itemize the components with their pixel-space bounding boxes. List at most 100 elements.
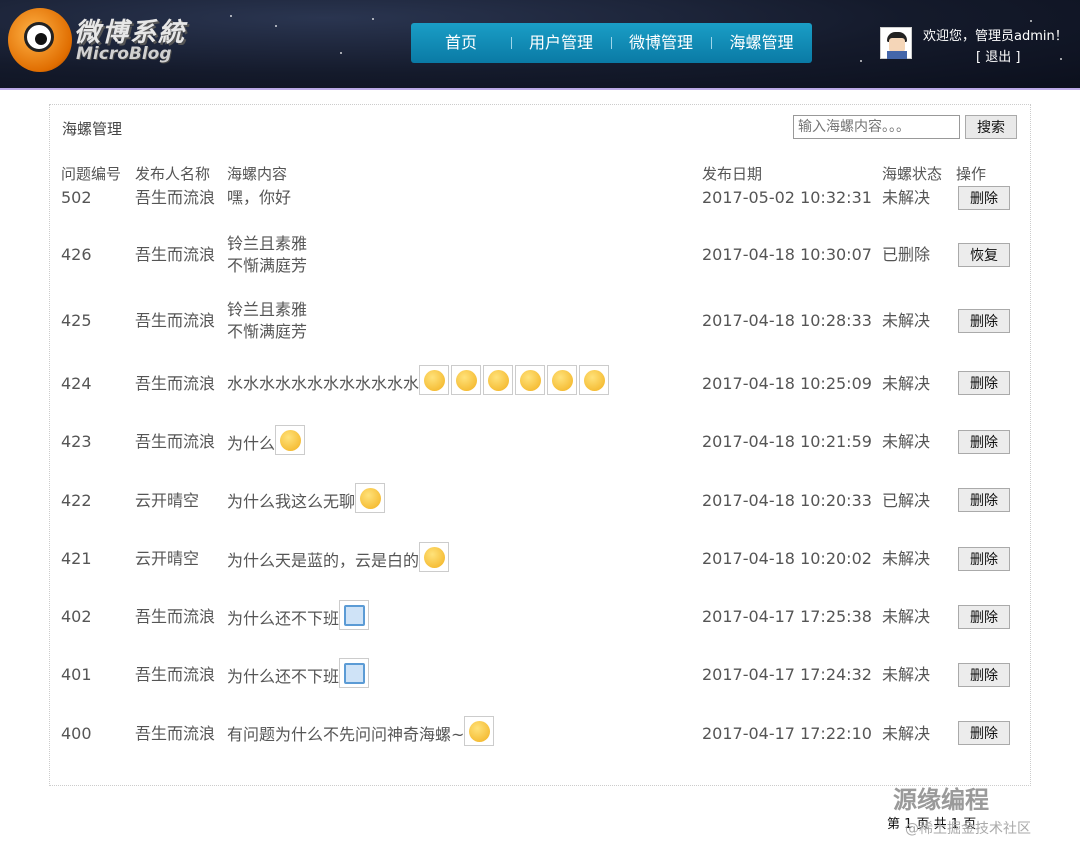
crying-emoji-icon xyxy=(355,483,386,513)
row-date: 2017-04-18 10:20:33 xyxy=(702,491,872,510)
row-content: 为什么天是蓝的，云是白的 xyxy=(227,542,451,572)
row-author: 吾生而流浪 xyxy=(135,665,216,684)
watermark-brand: 源缘编程 xyxy=(893,786,989,814)
row-status: 已删除 xyxy=(882,245,931,264)
header-date: 发布日期 xyxy=(702,165,763,183)
star xyxy=(275,25,277,27)
row-date: 2017-04-17 17:25:38 xyxy=(702,607,872,626)
delete-button[interactable]: 删除 xyxy=(958,371,1010,395)
header-author: 发布人名称 xyxy=(135,165,211,183)
delete-button[interactable]: 删除 xyxy=(958,547,1010,571)
dizzy-emoji-icon xyxy=(483,365,514,395)
dizzy-emoji-icon xyxy=(547,365,578,395)
row-author: 吾生而流浪 xyxy=(135,724,216,743)
row-status: 已解决 xyxy=(882,491,931,510)
nav-conch-management[interactable]: 海螺管理 xyxy=(711,23,812,63)
star xyxy=(860,60,862,62)
row-author: 云开晴空 xyxy=(135,549,200,568)
row-content-text-line2: 不惭满庭芳 xyxy=(227,322,308,341)
dizzy-emoji-icon xyxy=(451,365,482,395)
logout-link[interactable]: [ 退出 ] xyxy=(976,46,1020,65)
row-content-text: 水水水水水水水水水水水水 xyxy=(227,374,420,393)
nav-separator xyxy=(511,37,512,49)
row-content-text: 铃兰且素雅 xyxy=(227,300,308,319)
row-status: 未解决 xyxy=(882,665,931,684)
star xyxy=(372,18,374,20)
star xyxy=(1060,58,1062,60)
row-date: 2017-04-17 17:24:32 xyxy=(702,665,872,684)
delete-button[interactable]: 删除 xyxy=(958,488,1010,512)
nav-separator xyxy=(711,37,712,49)
row-status: 未解决 xyxy=(882,311,931,330)
row-date: 2017-04-18 10:20:02 xyxy=(702,549,872,568)
row-content: 铃兰且素雅 不惭满庭芳 xyxy=(227,233,307,277)
nav-home[interactable]: 首页 xyxy=(411,23,511,63)
profile-image-icon xyxy=(339,658,370,688)
row-author: 吾生而流浪 xyxy=(135,245,216,264)
delete-button[interactable]: 删除 xyxy=(958,186,1010,210)
row-author: 吾生而流浪 xyxy=(135,188,216,207)
row-status: 未解决 xyxy=(882,432,931,451)
row-id: 502 xyxy=(61,188,92,207)
row-id: 423 xyxy=(61,432,92,451)
restore-button[interactable]: 恢复 xyxy=(958,243,1010,267)
row-status: 未解决 xyxy=(882,607,931,626)
row-id: 421 xyxy=(61,549,92,568)
logo-mascot-icon xyxy=(8,8,72,72)
row-status: 未解决 xyxy=(882,549,931,568)
row-date: 2017-04-18 10:30:07 xyxy=(702,245,872,264)
row-author: 云开晴空 xyxy=(135,491,200,510)
row-status: 未解决 xyxy=(882,188,931,207)
row-content: 为什么 xyxy=(227,425,307,455)
logo-subtitle: MicroBlog xyxy=(76,44,172,64)
nav-user-management[interactable]: 用户管理 xyxy=(511,23,611,63)
row-id: 422 xyxy=(61,491,92,510)
row-id: 400 xyxy=(61,724,92,743)
dizzy-emoji-icon xyxy=(579,365,610,395)
star xyxy=(340,52,342,54)
row-date: 2017-04-17 17:22:10 xyxy=(702,724,872,743)
row-content: 有问题为什么不先问问神奇海螺~ xyxy=(227,716,496,746)
search-button[interactable]: 搜索 xyxy=(965,115,1017,139)
header-id: 问题编号 xyxy=(61,165,122,183)
row-content-text: 铃兰且素雅 xyxy=(227,234,308,253)
row-content-text: 有问题为什么不先问问神奇海螺~ xyxy=(227,725,465,744)
row-author: 吾生而流浪 xyxy=(135,607,216,626)
delete-button[interactable]: 删除 xyxy=(958,309,1010,333)
row-date: 2017-05-02 10:32:31 xyxy=(702,188,872,207)
row-id: 402 xyxy=(61,607,92,626)
row-author: 吾生而流浪 xyxy=(135,374,216,393)
row-author: 吾生而流浪 xyxy=(135,432,216,451)
header: 微博系統 MicroBlog 首页 用户管理 微博管理 海螺管理 欢迎您，管理员… xyxy=(0,0,1080,90)
kiss-emoji-icon xyxy=(464,716,495,746)
dizzy-emoji-icon xyxy=(515,365,546,395)
sad-emoji-icon xyxy=(275,425,306,455)
panel-title: 海螺管理 xyxy=(62,120,123,138)
delete-button[interactable]: 删除 xyxy=(958,605,1010,629)
row-date: 2017-04-18 10:21:59 xyxy=(702,432,872,451)
row-content: 为什么还不下班 xyxy=(227,658,371,688)
star xyxy=(230,15,232,17)
delete-button[interactable]: 删除 xyxy=(958,663,1010,687)
profile-image-icon xyxy=(339,600,370,630)
delete-button[interactable]: 删除 xyxy=(958,721,1010,745)
row-content-text: 为什么天是蓝的，云是白的 xyxy=(227,551,420,570)
row-id: 424 xyxy=(61,374,92,393)
delete-button[interactable]: 删除 xyxy=(958,430,1010,454)
star xyxy=(1030,20,1032,22)
row-content: 为什么我这么无聊 xyxy=(227,483,387,513)
search-input[interactable] xyxy=(793,115,960,139)
row-id: 425 xyxy=(61,311,92,330)
row-content: 嘿，你好 xyxy=(227,187,291,209)
welcome-text: 欢迎您，管理员admin！ xyxy=(923,29,1068,44)
row-date: 2017-04-18 10:25:09 xyxy=(702,374,872,393)
row-content-text: 为什么还不下班 xyxy=(227,667,340,686)
row-status: 未解决 xyxy=(882,724,931,743)
crying-emoji-icon xyxy=(419,365,450,395)
nav-weibo-management[interactable]: 微博管理 xyxy=(611,23,711,63)
row-date: 2017-04-18 10:28:33 xyxy=(702,311,872,330)
row-status: 未解决 xyxy=(882,374,931,393)
row-content-text-line2: 不惭满庭芳 xyxy=(227,256,308,275)
row-content-text: 为什么 xyxy=(227,434,276,453)
row-author: 吾生而流浪 xyxy=(135,311,216,330)
